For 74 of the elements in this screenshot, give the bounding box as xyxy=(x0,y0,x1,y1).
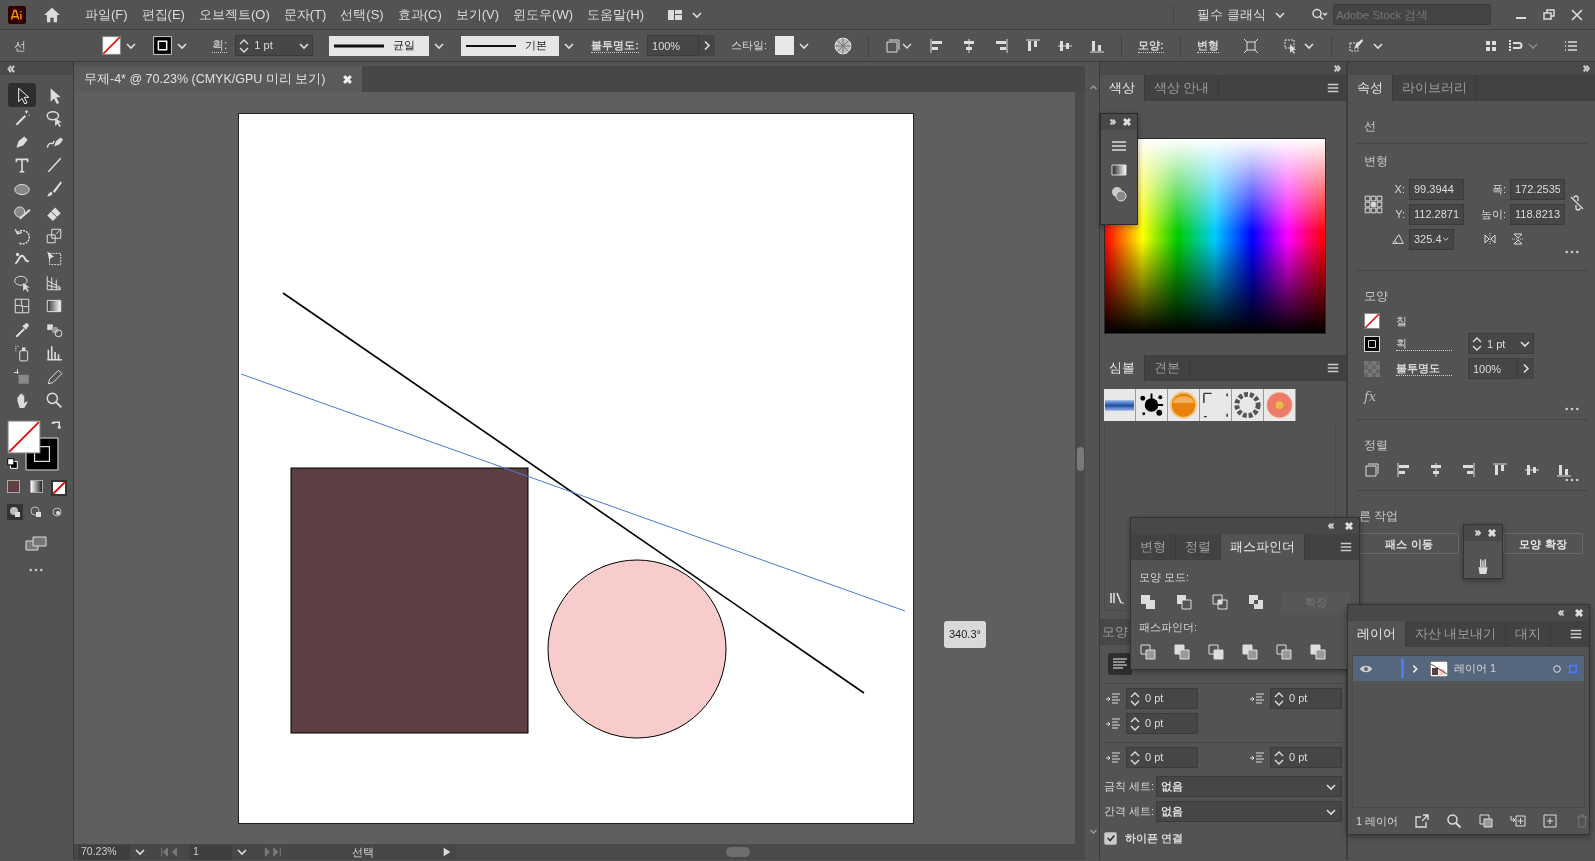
section-heading: 변형 xyxy=(1364,155,1388,168)
pathfinders-label: 패스파인더: xyxy=(1139,621,1198,633)
document-tab[interactable]: 무제-4* @ 70.23% (CMYK/GPU 미리 보기) xyxy=(74,66,363,92)
indent-field[interactable]: 0 pt xyxy=(1270,747,1342,768)
panel-tab[interactable]: 색상 xyxy=(1100,75,1145,101)
layer-name: 레이어 1 xyxy=(1454,661,1497,677)
menu-item[interactable]: 문자(T) xyxy=(276,4,334,25)
height-field[interactable]: 118.8213 xyxy=(1510,203,1565,225)
height-label: 높이: xyxy=(1479,206,1506,222)
zoom-field[interactable]: 70.23% xyxy=(78,844,130,860)
stroke-weight-field[interactable]: 1 pt xyxy=(1468,333,1534,355)
angle-field[interactable]: 325.4 xyxy=(1409,228,1454,250)
panel-tab[interactable]: 자산 내보내기 xyxy=(1406,621,1507,647)
selection-type-label: 선 xyxy=(1364,120,1376,132)
width-label: 폭: xyxy=(1490,181,1506,197)
panel-tab[interactable]: 대지 xyxy=(1506,621,1552,647)
panel-tab[interactable]: 패스파인더 xyxy=(1221,534,1305,560)
mojikumi-dropdown[interactable]: 없음 xyxy=(1156,801,1342,822)
width-profile-dropdown[interactable]: 균일 xyxy=(329,35,430,56)
menu-item[interactable]: 파일(F) xyxy=(78,4,135,25)
hyphenate-label: 하이픈 연결 xyxy=(1125,831,1184,846)
section-heading: 른 작업 xyxy=(1359,510,1399,522)
panel-tab[interactable]: 색상 안내 xyxy=(1145,75,1220,101)
selection-type-label: 선 xyxy=(14,37,27,55)
y-field[interactable]: 112.2871 xyxy=(1409,203,1464,225)
panel-tab[interactable]: 변형 xyxy=(1131,534,1176,560)
opacity-label[interactable]: 불투명도 xyxy=(1396,361,1452,376)
panel-tab[interactable]: 속성 xyxy=(1348,75,1393,101)
kinsoku-label: 금칙 세트: xyxy=(1104,779,1152,795)
menu-item[interactable]: 선택(S) xyxy=(333,4,391,25)
menu-item[interactable]: 윈도우(W) xyxy=(506,4,580,25)
action-button[interactable]: 패스 이동 xyxy=(1359,533,1459,555)
menu-item[interactable]: 효과(C) xyxy=(390,4,449,25)
layer-row[interactable]: 레이어 1 xyxy=(1353,656,1584,681)
indent-field[interactable]: 0 pt xyxy=(1270,688,1342,709)
panel-tab[interactable]: 모양 xyxy=(1100,619,1130,645)
x-field[interactable]: 99.3944 xyxy=(1409,178,1464,200)
angle-tooltip: 340.3° xyxy=(944,621,986,648)
shape-modes-label: 모양 모드: xyxy=(1139,571,1190,583)
width-field[interactable]: 172.2535 xyxy=(1510,178,1565,200)
panel-tab[interactable]: 레이어 xyxy=(1348,621,1406,647)
brush-dropdown[interactable]: 기본 xyxy=(461,35,560,56)
kinsoku-dropdown[interactable]: 없음 xyxy=(1156,776,1342,797)
panel-tab[interactable]: 심볼 xyxy=(1100,355,1145,381)
artboard-number-field[interactable]: 1 xyxy=(190,844,232,860)
menu-item[interactable]: 오브젝트(O) xyxy=(191,4,277,25)
stroke-label[interactable]: 획: xyxy=(212,38,228,53)
layer-count: 1 레이어 xyxy=(1356,813,1399,829)
style-label: 스타일: xyxy=(731,38,768,54)
fill-label: 칠 xyxy=(1396,313,1407,329)
opacity-field[interactable]: 100% xyxy=(647,35,699,56)
x-label: X: xyxy=(1393,181,1405,197)
shape-label[interactable]: 모양: xyxy=(1138,38,1164,53)
stroke-weight-field[interactable]: 1 pt xyxy=(235,35,314,56)
stroke-label[interactable]: 획 xyxy=(1396,336,1452,351)
mojikumi-label: 간격 세트: xyxy=(1104,804,1152,820)
panel-tab[interactable]: 라이브러리 xyxy=(1393,75,1477,101)
transform-link[interactable]: 변형 xyxy=(1196,38,1219,53)
section-heading: 정렬 xyxy=(1364,438,1388,451)
effects-label[interactable]: fx xyxy=(1364,389,1377,405)
menu-item[interactable]: 편집(E) xyxy=(134,4,192,25)
action-button[interactable]: 모양 확장 xyxy=(1503,533,1583,555)
opacity-label[interactable]: 불투명도: xyxy=(591,38,639,53)
panel-tab[interactable]: 견본 xyxy=(1145,355,1190,381)
menu-item[interactable]: 보기(V) xyxy=(448,4,507,25)
indent-field[interactable]: 0 pt xyxy=(1126,747,1198,768)
workspace-switcher[interactable]: 필수 클래식 xyxy=(1190,4,1293,25)
indent-field[interactable]: 0 pt xyxy=(1126,688,1198,709)
status-text: 선택 xyxy=(352,844,374,860)
indent-field[interactable]: 0 pt xyxy=(1126,713,1198,734)
opacity-field[interactable]: 100% xyxy=(1468,358,1518,380)
section-heading: 모양 xyxy=(1364,289,1388,302)
y-label: Y: xyxy=(1394,206,1405,222)
menu-item[interactable]: 도움말(H) xyxy=(580,4,652,25)
